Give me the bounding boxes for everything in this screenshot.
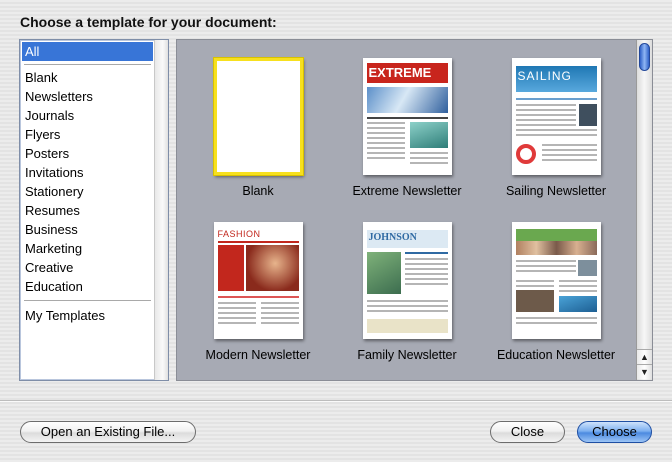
masthead-text: SAILING (517, 69, 572, 83)
open-existing-file-button[interactable]: Open an Existing File... (20, 421, 196, 443)
category-marketing[interactable]: Marketing (22, 239, 153, 258)
scrollbar-thumb[interactable] (639, 43, 650, 71)
template-thumbnail[interactable]: SAILING (511, 58, 601, 175)
template-thumbnail[interactable] (213, 58, 303, 175)
template-family-newsletter[interactable]: JOHNSON Family Newsletter (342, 222, 472, 362)
template-thumbnail[interactable] (511, 222, 601, 339)
template-scrollbar[interactable]: ▲ ▼ (636, 40, 652, 380)
category-my-templates[interactable]: My Templates (22, 306, 153, 325)
template-extreme-newsletter[interactable]: EXTREME Extreme Newsletter (342, 58, 472, 198)
category-creative[interactable]: Creative (22, 258, 153, 277)
template-blank[interactable]: Blank (193, 58, 323, 198)
masthead-text: FASHION (217, 229, 261, 239)
category-business[interactable]: Business (22, 220, 153, 239)
close-button[interactable]: Close (490, 421, 565, 443)
scroll-down-icon[interactable]: ▼ (637, 364, 652, 379)
category-scrollbar[interactable] (154, 40, 168, 380)
category-flyers[interactable]: Flyers (22, 125, 153, 144)
template-label: Education Newsletter (496, 348, 616, 362)
template-grid: Blank EXTREME Extreme Newsletter SAILING… (176, 39, 653, 381)
template-education-newsletter[interactable]: Education Newsletter (491, 222, 621, 362)
category-posters[interactable]: Posters (22, 144, 153, 163)
template-sailing-newsletter[interactable]: SAILING Sailing Newsletter (491, 58, 621, 198)
category-invitations[interactable]: Invitations (22, 163, 153, 182)
category-journals[interactable]: Journals (22, 106, 153, 125)
masthead-text: JOHNSON (368, 232, 417, 243)
template-label: Extreme Newsletter (352, 184, 462, 198)
choose-button[interactable]: Choose (577, 421, 652, 443)
category-newsletters[interactable]: Newsletters (22, 87, 153, 106)
category-stationery[interactable]: Stationery (22, 182, 153, 201)
category-education[interactable]: Education (22, 277, 153, 296)
footer-divider (0, 400, 672, 402)
template-label: Family Newsletter (357, 348, 457, 362)
category-resumes[interactable]: Resumes (22, 201, 153, 220)
template-thumbnail[interactable]: FASHION (213, 222, 303, 339)
category-all[interactable]: All (22, 42, 153, 61)
category-divider (24, 64, 151, 65)
template-label: Modern Newsletter (205, 348, 311, 362)
category-blank[interactable]: Blank (22, 68, 153, 87)
category-list[interactable]: All Blank Newsletters Journals Flyers Po… (19, 39, 169, 381)
category-divider (24, 300, 151, 301)
masthead-text: EXTREME (368, 65, 432, 80)
template-modern-newsletter[interactable]: FASHION Modern Newsletter (193, 222, 323, 362)
scroll-up-icon[interactable]: ▲ (637, 349, 652, 364)
template-label: Blank (242, 184, 274, 198)
template-label: Sailing Newsletter (505, 184, 607, 198)
dialog-title: Choose a template for your document: (20, 14, 277, 30)
template-thumbnail[interactable]: EXTREME (362, 58, 452, 175)
template-thumbnail[interactable]: JOHNSON (362, 222, 452, 339)
